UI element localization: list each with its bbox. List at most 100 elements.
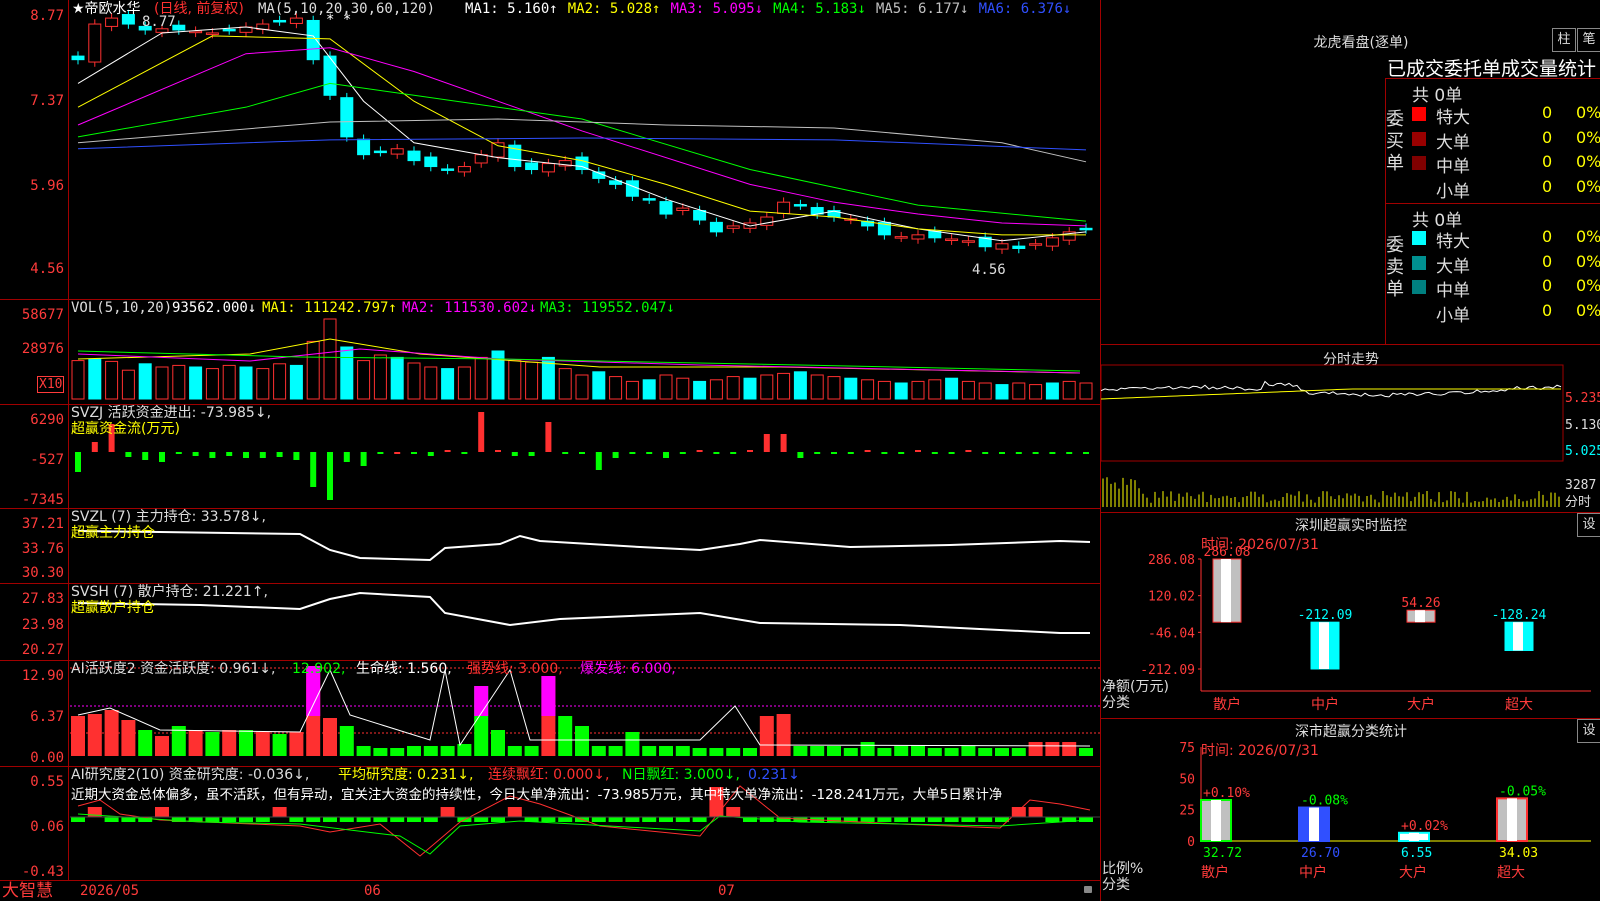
volume-bar: [374, 355, 386, 399]
activity-bar: [1029, 742, 1043, 756]
volume-bar: [1046, 383, 1058, 399]
svzl-panel[interactable]: 37.21 33.76 30.30 SVZL (7) 主力持仓: 33.578↓…: [0, 508, 1100, 584]
ai2-v2: 平均研究度: 0.231↓,: [338, 767, 473, 783]
ai-activity-panel[interactable]: 12.90 6.37 0.00 AI活跃度2 资金活跃度: 0.961↓, 12…: [0, 660, 1100, 767]
flow-bar: [629, 452, 635, 454]
bar-value-label: 6.55: [1401, 846, 1432, 861]
activity-bar: [659, 746, 673, 756]
candle: [912, 235, 924, 239]
sz-monitor-panel[interactable]: 深圳超赢实时监控 设 时间: 2026/07/31 286.08 120.02 -4…: [1100, 512, 1600, 719]
activity-bar: [861, 742, 875, 756]
svzl-sub: 超赢主力持仓: [71, 525, 155, 541]
volume-panel[interactable]: 58677 28976 X10 VOL(5,10,20) 93562.000↓ …: [0, 299, 1100, 405]
category-label: 超大: [1497, 865, 1525, 881]
activity-bar: [810, 746, 824, 756]
size-name: 大单: [1436, 128, 1470, 153]
volume-bar: [996, 385, 1008, 399]
research-bar: [625, 817, 639, 822]
vol-label: VOL(5,10,20): [71, 300, 172, 316]
intraday-panel[interactable]: 分时走势 5.235 5.130 5.025 3287 分时: [1100, 344, 1600, 513]
candle: [274, 20, 286, 22]
size-swatch: [1412, 231, 1426, 245]
flow-bar: [865, 450, 871, 452]
research-bar: [642, 817, 656, 822]
flow-bar: [831, 452, 837, 454]
candle: [290, 18, 302, 23]
activity-bar: [894, 746, 908, 756]
candle: [727, 226, 739, 228]
svzj-panel[interactable]: 6290 -527 -7345 SVZJ 活跃资金进出: -73.985↓, 超…: [0, 404, 1100, 509]
kline-panel[interactable]: 8.77 7.37 5.96 4.56 ★帝欧水华 (日线, 前复权) MA(5…: [0, 0, 1100, 300]
activity-bar: [827, 746, 841, 756]
flow-bar: [915, 450, 921, 452]
ai2-v5: 0.231↓: [748, 767, 800, 783]
activity-bar: [945, 748, 959, 756]
research-bar: [945, 817, 959, 822]
flow-bar: [646, 452, 652, 454]
ai1-v4: 强势线: 3.000,: [467, 661, 563, 677]
ai-research-panel[interactable]: 0.55 0.06 -0.43 AI研究度2(10) 资金研究度: -0.036…: [0, 766, 1100, 881]
intraday-vol-tick: 3287: [1565, 478, 1596, 494]
bottom-axis-bar: 大智慧 2026/05 06 07: [0, 880, 1100, 901]
tick-mode-button[interactable]: 笔: [1577, 28, 1600, 52]
candle: [996, 244, 1008, 249]
volume-bar: [408, 363, 420, 399]
research-bar: [340, 817, 354, 822]
intraday-chart[interactable]: [1101, 345, 1600, 513]
activity-bar: [256, 732, 270, 756]
candle: [72, 56, 84, 60]
kline-chart[interactable]: [0, 0, 1100, 299]
size-pct: 0%: [1576, 252, 1600, 271]
size-pct: 0%: [1576, 276, 1600, 295]
svsh-panel[interactable]: 27.83 23.98 20.27 SVSH (7) 散户持仓: 21.221↑…: [0, 583, 1100, 661]
volume-bar: [526, 362, 538, 399]
volume-bar: [72, 361, 84, 399]
sz-monitor-axis-cat: 分类: [1102, 695, 1130, 711]
candle: [778, 202, 790, 213]
activity-bar: [71, 716, 85, 756]
activity-bar: [609, 746, 623, 756]
volume-bar: [710, 380, 722, 399]
size-swatch: [1412, 156, 1426, 170]
research-bar: [323, 817, 337, 822]
vol-ma3: MA3: 119552.047↓: [540, 300, 675, 316]
activity-bar: [928, 748, 942, 756]
research-bar: [911, 817, 925, 822]
flow-bar: [1016, 452, 1022, 454]
size-pct: 0%: [1576, 152, 1600, 171]
date-tick: 06: [364, 883, 381, 899]
lock-icon[interactable]: [1084, 886, 1092, 893]
ai-research-chart[interactable]: [0, 766, 1100, 880]
activity-bar: [138, 730, 152, 756]
research-bar: [491, 817, 505, 822]
flow-bar: [361, 452, 367, 466]
sz-class-panel[interactable]: 深市超赢分类统计 设 时间: 2026/07/31 75 50 25 0 +0.10% 3…: [1100, 718, 1600, 901]
flow-bar: [697, 450, 703, 452]
flow-bar: [243, 452, 249, 458]
candle: [442, 169, 454, 171]
bar-value-label: -128.24: [1492, 608, 1547, 623]
volume-bar: [744, 378, 756, 399]
flow-bar: [411, 452, 417, 454]
size-pct: 0%: [1576, 227, 1600, 246]
size-swatch: [1412, 256, 1426, 270]
volume-bar: [509, 361, 521, 399]
size-swatch: [1412, 181, 1426, 195]
bar-change-label: +0.10%: [1203, 786, 1250, 801]
activity-bar: [88, 714, 102, 756]
activity-bar: [877, 748, 891, 756]
sz-class-chart: 7550250+0.10%32.72散户-0.08%26.70中户+0.02%6…: [1101, 719, 1600, 901]
flow-bar: [176, 452, 182, 454]
flow-bar: [209, 452, 215, 458]
candle: [374, 151, 386, 153]
flow-bar: [394, 452, 400, 454]
volume-bar: [1063, 381, 1075, 399]
longhu-panel[interactable]: 龙虎看盘(逐单) 柱 笔 已成交委托单成交量统计 委买单 委卖单 共 0单 共 …: [1100, 0, 1600, 344]
candle: [895, 237, 907, 239]
candle: [1046, 238, 1058, 246]
flow-bar: [226, 452, 232, 456]
flow-bar: [428, 452, 434, 456]
research-bar: [390, 817, 404, 822]
research-bar: [558, 817, 572, 822]
bar-mode-button[interactable]: 柱: [1552, 28, 1576, 52]
